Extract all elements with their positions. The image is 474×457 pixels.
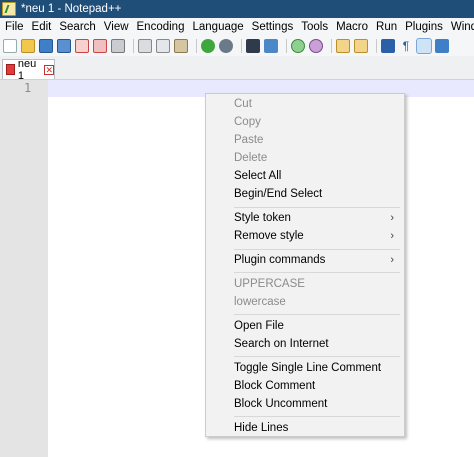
ctx-toggle-single-line-comment[interactable]: Toggle Single Line Comment: [206, 359, 404, 377]
replace-icon[interactable]: [264, 39, 278, 53]
sync-vertical-icon[interactable]: [336, 39, 350, 53]
ctx-copy-label: Copy: [234, 116, 261, 128]
toolbar-separator: [331, 39, 332, 53]
open-file-icon[interactable]: [21, 39, 35, 53]
ctx-delete[interactable]: Delete: [206, 149, 404, 167]
menu-settings[interactable]: Settings: [248, 18, 298, 36]
menu-tools[interactable]: Tools: [297, 18, 332, 36]
redo-icon[interactable]: [219, 39, 233, 53]
toolbar: ¶: [0, 36, 474, 56]
ctx-uppercase-label: UPPERCASE: [234, 278, 305, 290]
tab-bar: neu 1 ✕: [0, 56, 474, 82]
indent-guide-icon[interactable]: [416, 38, 432, 54]
ctx-hide-lines-label: Hide Lines: [234, 422, 289, 434]
toolbar-separator: [241, 39, 242, 53]
ctx-plugin-commands-label: Plugin commands: [234, 254, 326, 266]
submenu-arrow-icon: ›: [390, 230, 394, 242]
ctx-lowercase[interactable]: lowercase: [206, 293, 404, 311]
tab-neu-1[interactable]: neu 1 ✕: [2, 57, 55, 82]
ctx-paste[interactable]: Paste: [206, 131, 404, 149]
show-all-characters-icon[interactable]: ¶: [399, 39, 413, 53]
toolbar-separator: [133, 39, 134, 53]
zoom-out-icon[interactable]: [309, 39, 323, 53]
ctx-open-file-label: Open File: [234, 320, 284, 332]
close-icon[interactable]: [75, 39, 89, 53]
sync-horizontal-icon[interactable]: [354, 39, 368, 53]
ctx-begin-end-select-label: Begin/End Select: [234, 188, 323, 200]
menu-separator: [234, 272, 400, 273]
menu-search[interactable]: Search: [55, 18, 99, 36]
title-bar: *neu 1 - Notepad++: [0, 0, 474, 18]
ctx-block-comment[interactable]: Block Comment: [206, 377, 404, 395]
menu-view[interactable]: View: [100, 18, 133, 36]
menu-separator: [234, 416, 400, 417]
ctx-open-file[interactable]: Open File: [206, 317, 404, 335]
user-defined-language-icon[interactable]: [435, 39, 449, 53]
ctx-block-comment-label: Block Comment: [234, 380, 316, 392]
ctx-search-on-internet[interactable]: Search on Internet: [206, 335, 404, 353]
menu-bar: File Edit Search View Encoding Language …: [0, 18, 474, 36]
ctx-style-token-label: Style token: [234, 212, 291, 224]
line-number: 1: [24, 81, 32, 95]
close-all-icon[interactable]: [93, 39, 107, 53]
ctx-cut[interactable]: Cut: [206, 95, 404, 113]
ctx-cut-label: Cut: [234, 98, 252, 110]
ctx-uppercase[interactable]: UPPERCASE: [206, 275, 404, 293]
menu-plugins[interactable]: Plugins: [401, 18, 447, 36]
submenu-arrow-icon: ›: [390, 254, 394, 266]
undo-icon[interactable]: [201, 39, 215, 53]
menu-file[interactable]: File: [0, 18, 28, 36]
cut-icon[interactable]: [138, 39, 152, 53]
zoom-in-icon[interactable]: [291, 39, 305, 53]
save-icon[interactable]: [39, 39, 53, 53]
ctx-hide-lines[interactable]: Hide Lines: [206, 419, 404, 437]
menu-encoding[interactable]: Encoding: [133, 18, 189, 36]
print-icon[interactable]: [111, 39, 125, 53]
window-title: *neu 1 - Notepad++: [21, 3, 122, 15]
ctx-lowercase-label: lowercase: [234, 296, 286, 308]
menu-run[interactable]: Run: [372, 18, 401, 36]
save-all-icon[interactable]: [57, 39, 71, 53]
ctx-select-all-label: Select All: [234, 170, 282, 182]
menu-language[interactable]: Language: [188, 18, 247, 36]
ctx-toggle-comment-label: Toggle Single Line Comment: [234, 362, 382, 374]
ctx-block-uncomment[interactable]: Block Uncomment: [206, 395, 404, 413]
menu-window[interactable]: Window: [447, 18, 474, 36]
paste-icon[interactable]: [174, 39, 188, 53]
menu-separator: [234, 314, 400, 315]
tab-close-icon[interactable]: ✕: [44, 64, 54, 75]
ctx-paste-label: Paste: [234, 134, 264, 146]
notepad-plus-plus-icon: [2, 2, 16, 16]
ctx-delete-label: Delete: [234, 152, 268, 164]
ctx-plugin-commands[interactable]: Plugin commands ›: [206, 251, 404, 269]
ctx-begin-end-select[interactable]: Begin/End Select: [206, 185, 404, 203]
menu-separator: [234, 356, 400, 357]
copy-icon[interactable]: [156, 39, 170, 53]
word-wrap-icon[interactable]: [381, 39, 395, 53]
menu-macro[interactable]: Macro: [332, 18, 372, 36]
menu-separator: [234, 249, 400, 250]
menu-separator: [234, 207, 400, 208]
new-file-icon[interactable]: [3, 39, 17, 53]
ctx-block-uncomment-label: Block Uncomment: [234, 398, 328, 410]
ctx-remove-style-label: Remove style: [234, 230, 304, 242]
ctx-style-token[interactable]: Style token ›: [206, 209, 404, 227]
ctx-select-all[interactable]: Select All: [206, 167, 404, 185]
toolbar-separator: [196, 39, 197, 53]
menu-edit[interactable]: Edit: [28, 18, 56, 36]
ctx-copy[interactable]: Copy: [206, 113, 404, 131]
ctx-remove-style[interactable]: Remove style ›: [206, 227, 404, 245]
find-icon[interactable]: [246, 39, 260, 53]
toolbar-separator: [376, 39, 377, 53]
unsaved-file-icon: [6, 64, 15, 75]
ctx-search-on-internet-label: Search on Internet: [234, 338, 329, 350]
toolbar-separator: [286, 39, 287, 53]
context-menu: Cut Copy Paste Delete Select All Begin/E…: [205, 93, 405, 437]
submenu-arrow-icon: ›: [390, 212, 394, 224]
tab-label: neu 1: [17, 57, 37, 82]
line-number-gutter: 1: [0, 80, 48, 457]
